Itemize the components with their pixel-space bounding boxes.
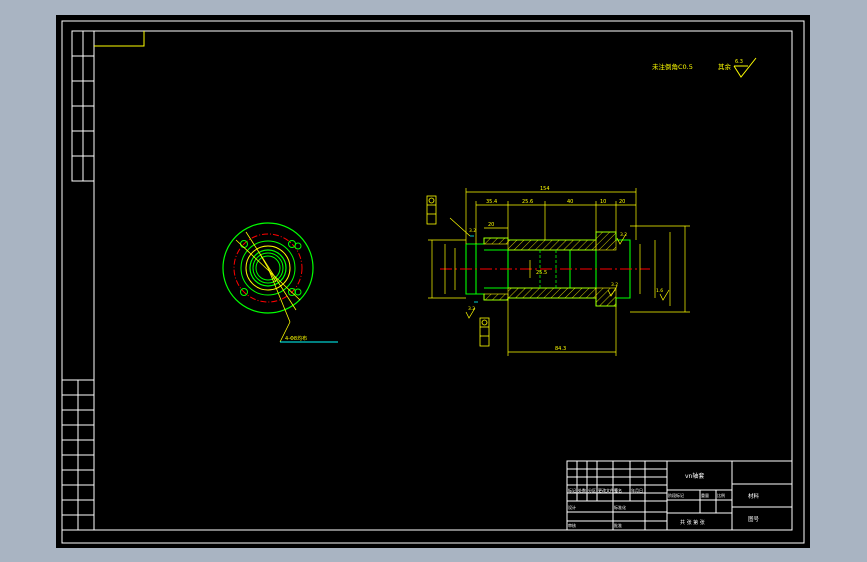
dim-bottom: 84.3	[555, 346, 566, 352]
dim-top-seg-3: 40	[567, 199, 573, 205]
roughness-mark-1: 3.2	[469, 228, 476, 234]
title-stage-1: 阶段标记	[668, 492, 684, 498]
title-header-1: 标记	[568, 487, 576, 493]
drawing-sheet	[56, 15, 810, 548]
roughness-prefix: 其余	[718, 62, 732, 71]
dim-top-seg-4: 10	[600, 199, 606, 205]
cad-drawing-canvas: 未注倒角C0.5 其余 6.3 4-Φ8均布 154 20 35.4 25.6 …	[56, 15, 810, 548]
dim-top-seg-2: 25.6	[522, 199, 533, 205]
dim-top-left: 20	[488, 222, 494, 228]
title-stage-3: 比例	[717, 492, 725, 498]
dim-top-total: 154	[540, 186, 550, 192]
title-header-6: 年月日	[631, 487, 643, 493]
title-mid-2: 批准	[614, 522, 622, 528]
tolerance-note: 未注倒角C0.5	[652, 62, 693, 71]
title-stage-2: 重量	[701, 492, 709, 498]
dim-top-seg-1: 35.4	[486, 199, 497, 205]
roughness-mark-3: 3.2	[611, 282, 618, 288]
title-header-2: 处数	[578, 487, 586, 493]
dim-center: 25.5	[536, 270, 547, 276]
title-drawing-no: 图号	[748, 515, 760, 523]
title-header-3: 分区	[588, 487, 596, 493]
roughness-mark-2: 3.2	[620, 232, 627, 238]
title-left-2: 审核	[568, 522, 576, 528]
title-sheet-info: 共 张 第 张	[680, 519, 705, 526]
title-mid-1: 标准化	[614, 504, 626, 510]
title-material: 材料	[748, 492, 760, 500]
roughness-mark-5: 1.6	[656, 288, 663, 294]
dim-top-seg-5: 20	[619, 199, 625, 205]
title-left-1: 设计	[568, 504, 576, 510]
title-part-name: vn轴套	[685, 472, 704, 480]
end-view-leader-label: 4-Φ8均布	[285, 335, 307, 342]
title-header-5: 签名	[614, 487, 622, 493]
roughness-value: 6.3	[735, 59, 743, 65]
